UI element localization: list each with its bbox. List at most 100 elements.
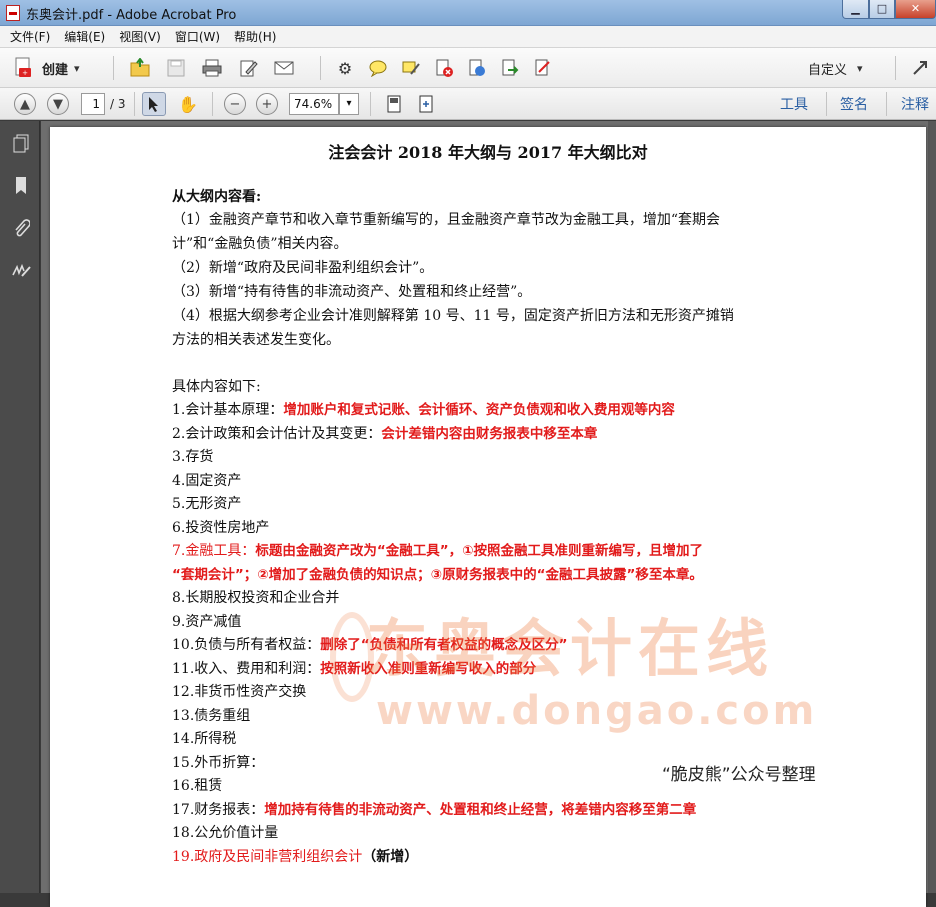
maximize-button[interactable]: □: [869, 0, 895, 19]
toolbar-separator: [134, 92, 135, 116]
vertical-scrollbar[interactable]: [928, 121, 936, 893]
overview-line: 计”和“金融负债”相关内容。: [172, 236, 348, 252]
change-note: 标题由金融资产改为“金融工具”，①按照金融工具准则重新编写，且增加了: [255, 543, 704, 559]
pdf-page: 注会会计 2018 年大纲与 2017 年大纲比对 从大纲内容看: （1）金融资…: [50, 127, 926, 907]
outline-item: 18.公允价值计量: [172, 825, 279, 841]
outline-item-continued: “套期会计”；②增加了金融负债的知识点；③原财务报表中的“金融工具披露”移至本章…: [172, 565, 703, 585]
toolbar-separator: [886, 92, 887, 116]
insert-page-icon[interactable]: [465, 56, 489, 80]
previous-page-button[interactable]: ▲: [14, 93, 36, 115]
menu-bar: 文件(F) 编辑(E) 视图(V) 窗口(W) 帮助(H): [0, 26, 936, 48]
change-note: “套期会计”；②增加了金融负债的知识点；③原财务报表中的“金融工具披露”移至本章…: [172, 567, 703, 583]
menu-view[interactable]: 视图(V): [112, 28, 168, 45]
create-pdf-icon: +: [12, 56, 36, 80]
tab-sign[interactable]: 签名: [840, 94, 868, 114]
outline-item: 2.会计政策和会计估计及其变更：会计差错内容由财务报表中移至本章: [172, 426, 598, 442]
outline-item: 6.投资性房地产: [172, 520, 270, 536]
select-tool-icon[interactable]: [142, 92, 166, 116]
save-icon[interactable]: [164, 56, 188, 80]
outline-item: 8.长期股权投资和企业合并: [172, 590, 340, 606]
outline-item: 16.租赁: [172, 778, 223, 794]
zoom-in-button[interactable]: +: [256, 93, 278, 115]
outline-item: 17.财务报表：增加持有待售的非流动资产、处置租和终止经营，将差错内容移至第二章: [172, 802, 697, 818]
close-button[interactable]: ✕: [895, 0, 936, 19]
outline-item: 4.固定资产: [172, 473, 242, 489]
attachments-icon[interactable]: [10, 217, 32, 239]
outline-item: 19.政府及民间非营利组织会计（新增）: [172, 849, 419, 865]
overview-line: （1）金融资产章节和收入章节重新编写的，且金融资产章节改为金融工具，增加“套期会: [172, 212, 721, 228]
page-number-input[interactable]: 1: [81, 93, 105, 115]
delete-page-icon[interactable]: [432, 56, 456, 80]
outline-item: 3.存货: [172, 449, 214, 465]
menu-help[interactable]: 帮助(H): [227, 28, 283, 45]
window-title: 东奥会计.pdf - Adobe Acrobat Pro: [26, 8, 237, 23]
watermark-text: 东奥会计在线: [366, 612, 775, 685]
customize-dropdown[interactable]: 自定义 ▾: [808, 59, 863, 78]
comment-icon[interactable]: [366, 56, 390, 80]
signatures-icon[interactable]: [10, 259, 32, 281]
acrobat-app-icon: [6, 5, 20, 21]
section-heading: 从大纲内容看:: [172, 189, 262, 205]
print-icon[interactable]: [200, 56, 224, 80]
overview-line: 方法的相关表述发生变化。: [172, 332, 340, 348]
hand-tool-icon[interactable]: ✋: [176, 92, 200, 116]
menu-file[interactable]: 文件(F): [0, 28, 57, 45]
expand-icon[interactable]: [908, 56, 932, 80]
create-button[interactable]: + 创建 ▾: [12, 56, 80, 80]
edit-icon[interactable]: [236, 56, 260, 80]
zoom-out-button[interactable]: −: [224, 93, 246, 115]
create-label: 创建: [42, 62, 69, 78]
svg-text:+: +: [22, 69, 28, 77]
create-dropdown-icon: ▾: [74, 61, 80, 75]
outline-item: 15.外币折算：: [172, 755, 265, 771]
overview-line: （4）根据大纲参考企业会计准则解释第 10 号、11 号，固定资产折旧方法和无形…: [172, 308, 734, 324]
file-tools: [128, 56, 296, 80]
change-note: 增加账户和复式记账、会计循环、资产负债观和收入费用观等内容: [283, 402, 675, 418]
navigation-toolbar: ▲ ▼ 1 / 3 ✋ − + 74.6% ▾ 工具 签名 注释: [0, 88, 936, 120]
minimize-button[interactable]: ▁: [842, 0, 869, 19]
outline-item: 9.资产减值: [172, 614, 242, 630]
zoom-input[interactable]: 74.6%: [289, 93, 339, 115]
next-page-button[interactable]: ▼: [47, 93, 69, 115]
bookmarks-icon[interactable]: [10, 175, 32, 197]
tab-tools[interactable]: 工具: [780, 94, 808, 114]
export-icon[interactable]: [498, 56, 522, 80]
menu-window[interactable]: 窗口(W): [168, 28, 227, 45]
outline-item: 13.债务重组: [172, 708, 251, 724]
outline-item: 12.非货币性资产交换: [172, 684, 307, 700]
toolbar-separator: [826, 92, 827, 116]
main-toolbar: + 创建 ▾ ⚙ 自定义 ▾: [0, 48, 936, 88]
review-tools: ⚙: [333, 56, 555, 80]
full-screen-icon[interactable]: [414, 92, 438, 116]
tab-comment[interactable]: 注释: [901, 94, 929, 114]
toolbar-separator: [320, 56, 321, 80]
outline-item: 14.所得税: [172, 731, 237, 747]
fit-page-icon[interactable]: [382, 92, 406, 116]
open-folder-icon[interactable]: [128, 56, 152, 80]
toolbar-separator: [113, 56, 114, 80]
zoom-dropdown-button[interactable]: ▾: [339, 93, 359, 115]
title-bar: 东奥会计.pdf - Adobe Acrobat Pro ▁ □ ✕: [0, 0, 936, 26]
outline-item: 7.金融工具：标题由金融资产改为“金融工具”，①按照金融工具准则重新编写，且增加…: [172, 543, 704, 559]
overview-line: （3）新增“持有待售的非流动资产、处置租和终止经营”。: [172, 284, 532, 300]
change-note: 增加持有待售的非流动资产、处置租和终止经营，将差错内容移至第二章: [264, 802, 697, 818]
credit-text: “脆皮熊”公众号整理: [662, 765, 816, 785]
highlight-icon[interactable]: [399, 56, 423, 80]
detail-heading: 具体内容如下:: [172, 379, 261, 395]
watermark-url: www.dongao.com: [376, 688, 818, 734]
toolbar-separator: [370, 92, 371, 116]
sign-icon[interactable]: [531, 56, 555, 80]
arrow-up-icon: ▲: [20, 96, 30, 112]
menu-edit[interactable]: 编辑(E): [57, 28, 112, 45]
customize-label: 自定义: [808, 63, 848, 78]
toolbar-separator: [212, 92, 213, 116]
plus-icon: +: [261, 96, 273, 112]
page-thumbnails-icon[interactable]: [10, 133, 32, 155]
toolbar-separator: [895, 56, 896, 80]
page-total: / 3: [110, 97, 126, 111]
document-title: 注会会计 2018 年大纲与 2017 年大纲比对: [328, 143, 648, 162]
email-icon[interactable]: [272, 56, 296, 80]
change-note: 会计差错内容由财务报表中移至本章: [381, 426, 598, 442]
outline-item: 5.无形资产: [172, 496, 242, 512]
settings-icon[interactable]: ⚙: [333, 56, 357, 80]
